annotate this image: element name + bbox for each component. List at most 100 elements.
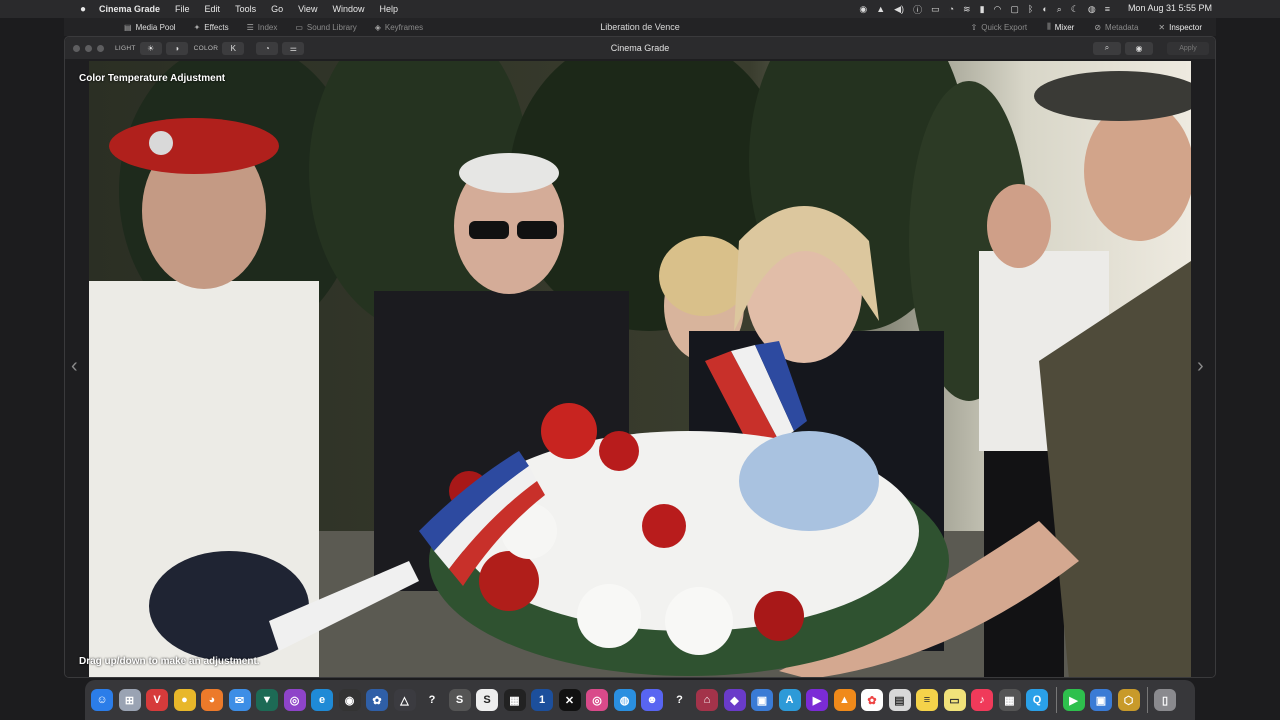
close-window-button[interactable] bbox=[73, 44, 80, 52]
pixel-icon[interactable]: ▦ bbox=[503, 689, 526, 711]
affinity-icon[interactable]: △ bbox=[393, 689, 416, 711]
display-icon[interactable]: ▭ bbox=[931, 4, 940, 15]
web-icon[interactable]: ✕ bbox=[558, 689, 581, 711]
view-button[interactable]: ◉ bbox=[1125, 41, 1153, 55]
inspector-label: Inspector bbox=[1169, 22, 1202, 32]
previous-arrow-icon[interactable]: ‹ bbox=[71, 355, 78, 378]
index-button[interactable]: ☰ Index bbox=[247, 23, 278, 32]
metadata-label: Metadata bbox=[1105, 22, 1139, 32]
window-titlebar: LIGHT ☀ ◑ COLOR K ◔ ⚌ Cinema Grade ⌕ ◉ A… bbox=[65, 37, 1215, 59]
next-arrow-icon[interactable]: › bbox=[1197, 355, 1204, 378]
user-icon[interactable]: ◐ bbox=[1042, 4, 1047, 14]
dock: ☺ ⊞ V ● ◕ ✉ ▼ ◎ e ◉ ✿ △ ? S S ▦ 1 ✕ ◎ ◍ … bbox=[85, 680, 1195, 720]
stickies-icon[interactable]: ▭ bbox=[943, 689, 966, 711]
quicktime-icon[interactable]: Q bbox=[1026, 689, 1048, 711]
menu-go[interactable]: Go bbox=[271, 4, 283, 14]
app-menu[interactable]: Cinema Grade bbox=[99, 4, 160, 14]
finder2-icon[interactable]: ▣ bbox=[1090, 689, 1112, 711]
testflight-icon[interactable]: A bbox=[778, 689, 801, 711]
menu-tools[interactable]: Tools bbox=[235, 4, 256, 14]
control-center-icon[interactable]: ≡ bbox=[1105, 4, 1110, 14]
discord-icon[interactable]: ☻ bbox=[641, 689, 663, 711]
menu-clock[interactable]: Mon Aug 31 5:55 PM bbox=[1128, 3, 1212, 13]
timer-icon[interactable]: ◔ bbox=[949, 4, 954, 14]
apply-button[interactable]: Apply bbox=[1167, 41, 1209, 55]
keyframes-button[interactable]: ◈ Keyframes bbox=[375, 23, 423, 32]
sound-library-button[interactable]: ▭ Sound Library bbox=[295, 23, 356, 32]
launchpad-icon[interactable]: ⊞ bbox=[118, 689, 141, 711]
adjust-button[interactable]: ⚌ bbox=[282, 41, 305, 55]
1password-icon[interactable]: 1 bbox=[531, 689, 553, 711]
zoom-window-button[interactable] bbox=[97, 44, 104, 52]
browser-icon[interactable]: ◍ bbox=[613, 689, 636, 711]
preview-icon[interactable]: ▤ bbox=[888, 689, 911, 711]
mixer-button[interactable]: ⫼ Mixer bbox=[1047, 22, 1074, 32]
podcast-icon[interactable]: ◎ bbox=[283, 689, 306, 711]
trash-icon[interactable]: ▯ bbox=[1154, 689, 1176, 711]
edge-icon[interactable]: e bbox=[311, 689, 333, 711]
quick-export-button[interactable]: ⇧ Quick Export bbox=[971, 22, 1028, 32]
menu-help[interactable]: Help bbox=[379, 4, 398, 14]
magnifier-icon: ⌕ bbox=[1104, 43, 1110, 52]
facetime-icon[interactable]: ▶ bbox=[1062, 689, 1085, 711]
alert-icon[interactable]: ▲ bbox=[876, 4, 885, 14]
tower-icon[interactable]: ⌂ bbox=[696, 689, 718, 711]
photos-icon[interactable]: ✿ bbox=[861, 689, 883, 711]
wireless-icon[interactable]: ≋ bbox=[963, 4, 971, 15]
record-icon[interactable]: ◉ bbox=[859, 4, 867, 15]
firefox-icon[interactable]: ◕ bbox=[201, 689, 223, 711]
apple-icon[interactable]: ● bbox=[76, 4, 90, 15]
menu-view[interactable]: View bbox=[298, 4, 317, 14]
video-frame-image bbox=[89, 61, 1191, 677]
video-viewer[interactable]: ‹ › Color Temperature Adjustment Drag up… bbox=[65, 59, 1215, 677]
s2-app-icon[interactable]: S bbox=[476, 689, 498, 711]
contrast-button[interactable]: ◑ bbox=[165, 41, 188, 55]
inspector-button[interactable]: ✕ Inspector bbox=[1158, 22, 1202, 32]
vivaldi-icon[interactable]: V bbox=[146, 689, 168, 711]
camera-icon[interactable]: ◉ bbox=[338, 689, 361, 711]
quick-export-label: Quick Export bbox=[981, 22, 1028, 32]
metadata-button[interactable]: ⊘ Metadata bbox=[1094, 22, 1138, 32]
temperature-button[interactable]: K bbox=[222, 41, 245, 55]
music-icon[interactable]: ♪ bbox=[971, 689, 993, 711]
search-button[interactable]: ⌕ bbox=[1093, 41, 1121, 55]
instagram-icon[interactable]: ◎ bbox=[586, 689, 608, 711]
chrome-icon[interactable]: ● bbox=[173, 689, 196, 711]
window-controls bbox=[73, 44, 109, 52]
app-icon[interactable]: ⬡ bbox=[1117, 689, 1140, 711]
mail-icon[interactable]: ✉ bbox=[228, 689, 251, 711]
menu-edit[interactable]: Edit bbox=[205, 4, 221, 14]
video-frame[interactable] bbox=[89, 61, 1191, 677]
rocket-icon[interactable]: ▶ bbox=[806, 689, 828, 711]
focus-icon[interactable]: ☾ bbox=[1071, 4, 1079, 15]
effects-button[interactable]: ✦ Effects bbox=[194, 23, 229, 32]
battery-icon[interactable]: ▮ bbox=[980, 4, 985, 15]
siri-icon[interactable]: ◍ bbox=[1088, 4, 1096, 15]
search-icon[interactable]: ⌕ bbox=[1057, 4, 1062, 15]
s-app-icon[interactable]: S bbox=[448, 689, 471, 711]
vpn-icon[interactable]: ▼ bbox=[256, 689, 278, 711]
screen-icon[interactable]: ▢ bbox=[1010, 4, 1019, 15]
help-icon[interactable]: ? bbox=[421, 689, 443, 711]
menu-window[interactable]: Window bbox=[332, 4, 364, 14]
minimize-window-button[interactable] bbox=[85, 44, 92, 52]
cinema-grade-window: LIGHT ☀ ◑ COLOR K ◔ ⚌ Cinema Grade ⌕ ◉ A… bbox=[64, 36, 1216, 678]
host-toolbar: ▤ Media Pool ✦ Effects ☰ Index ▭ Sound Libra… bbox=[64, 18, 1216, 36]
wifi-icon[interactable]: ◠ bbox=[994, 4, 1002, 15]
preset-button[interactable]: ◔ bbox=[256, 41, 279, 55]
brightness-button[interactable]: ☀ bbox=[139, 41, 162, 55]
help2-icon[interactable]: ? bbox=[669, 689, 691, 711]
media-pool-button[interactable]: ▤ Media Pool bbox=[124, 23, 176, 32]
bluetooth-icon[interactable]: ᛒ bbox=[1028, 4, 1033, 14]
info-icon[interactable]: ⓘ bbox=[913, 3, 922, 16]
menu-file[interactable]: File bbox=[175, 4, 190, 14]
simulator-icon[interactable]: ▣ bbox=[751, 689, 773, 711]
notion-icon[interactable]: ◆ bbox=[723, 689, 746, 711]
davinci-icon[interactable]: ✿ bbox=[366, 689, 388, 711]
calculator-icon[interactable]: ▦ bbox=[998, 689, 1021, 711]
vlc-icon[interactable]: ▲ bbox=[833, 689, 856, 711]
volume-icon[interactable]: ◀) bbox=[894, 4, 904, 15]
menu-bar: ● Cinema Grade File Edit Tools Go View W… bbox=[0, 0, 1280, 18]
notes-icon[interactable]: ≡ bbox=[916, 689, 938, 711]
finder-icon[interactable]: ☺ bbox=[91, 689, 113, 711]
